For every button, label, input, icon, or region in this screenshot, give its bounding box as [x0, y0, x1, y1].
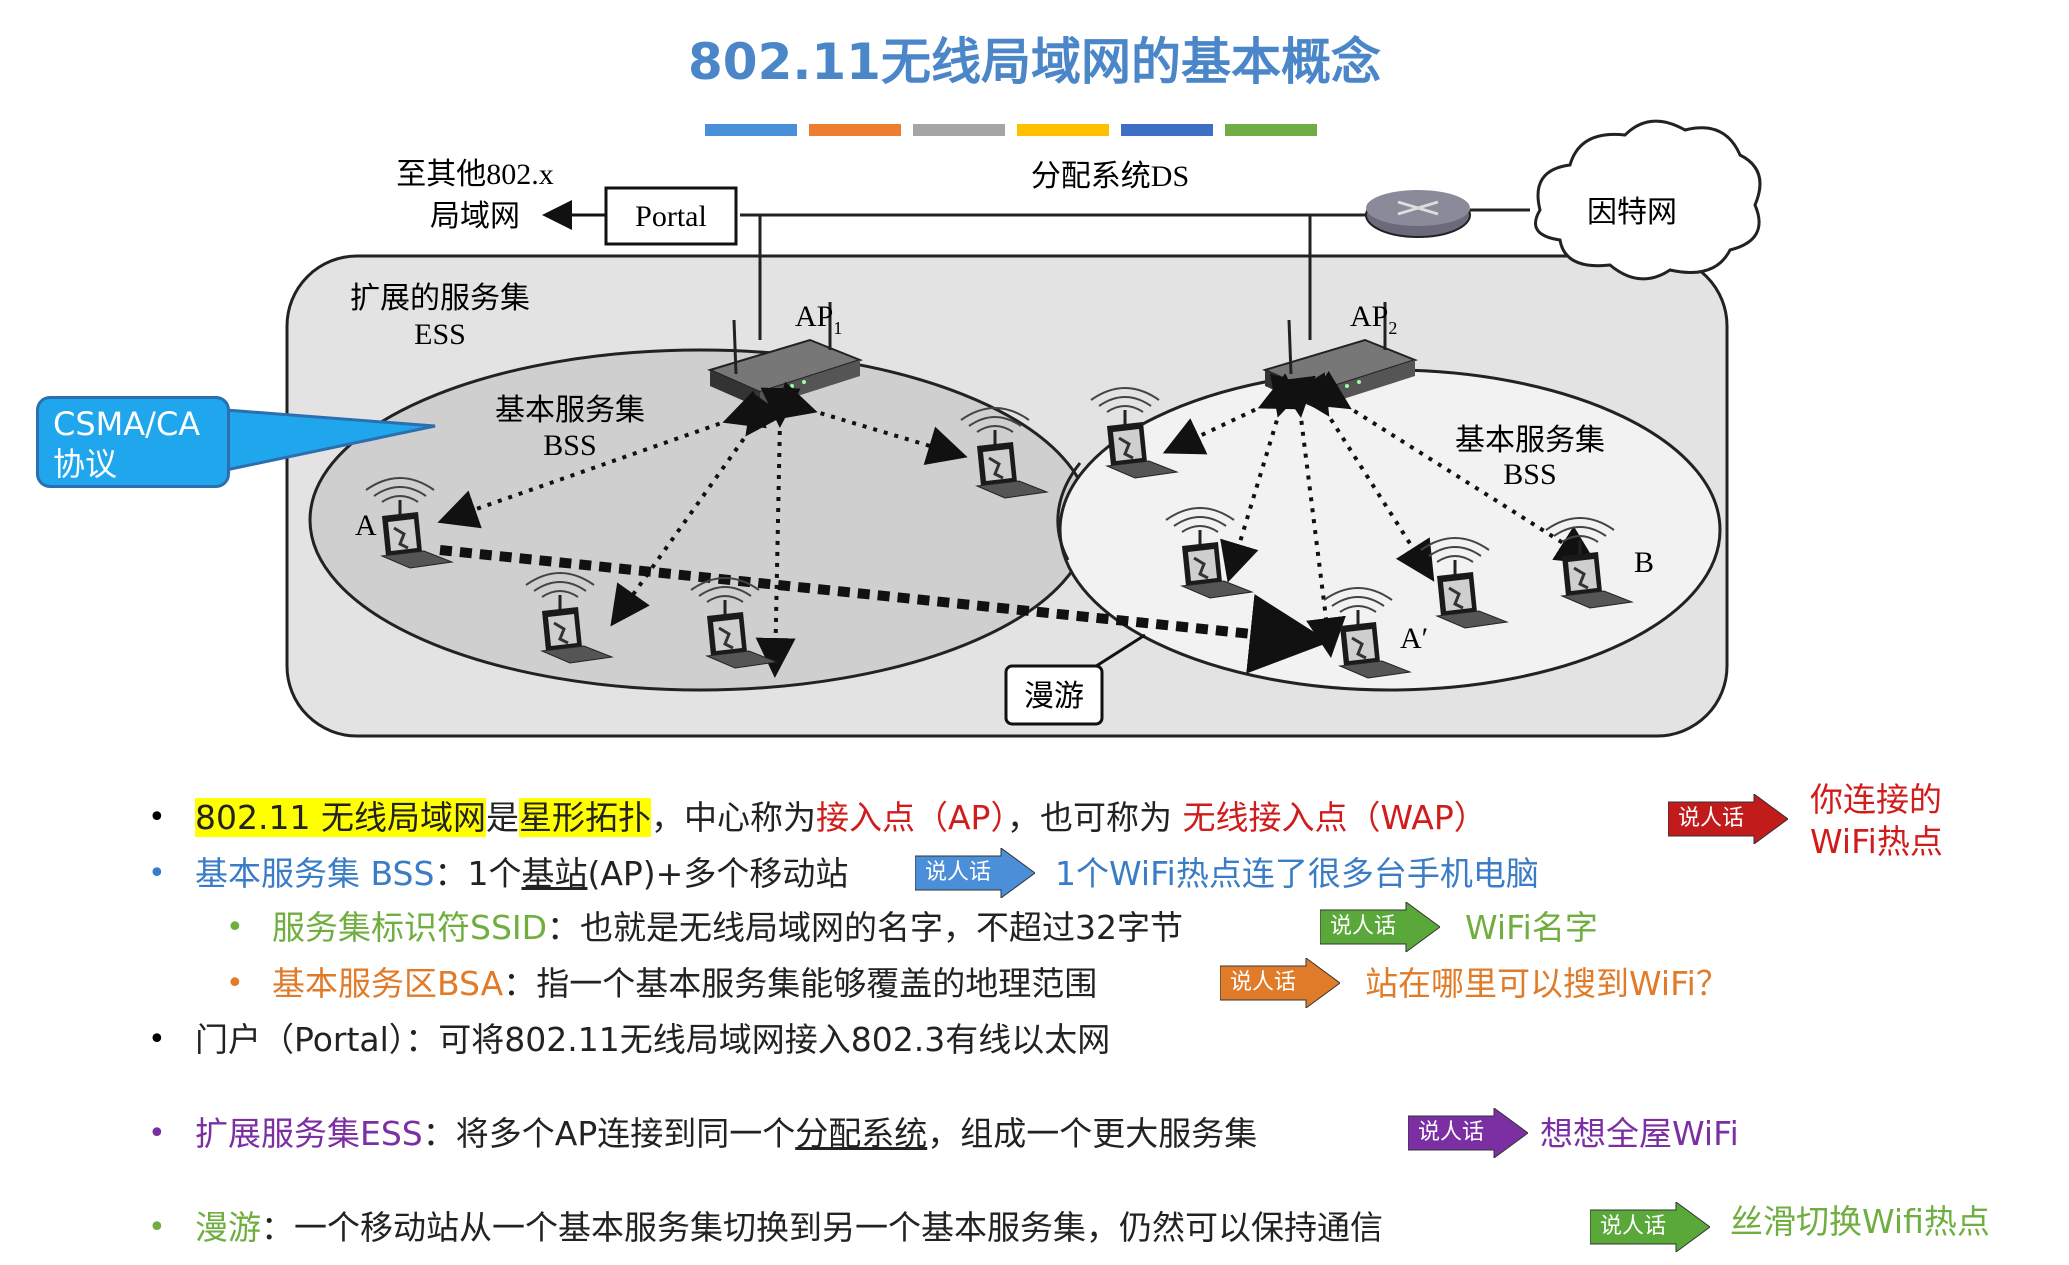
other-lan-label-1: 至其他802.x	[396, 158, 554, 191]
csma-ca-callout: CSMA/CA 协议	[36, 396, 230, 488]
plain-talk-tag: 说人话	[1408, 1108, 1528, 1158]
bullet-6-plain: 想想全屋WiFi	[1540, 1114, 1739, 1153]
station-b-label: B	[1634, 546, 1654, 579]
portal-label: Portal	[635, 200, 707, 233]
bullet-1: 802.11 无线局域网是星形拓扑，中心称为接入点（AP），也可称为 无线接入点…	[195, 798, 1487, 837]
bullet-2-plain: 1个WiFi热点连了很多台手机电脑	[1055, 854, 1539, 893]
bullet-4-plain: 站在哪里可以搜到WiFi？	[1365, 964, 1729, 1003]
station-a-prime-label: A′	[1400, 622, 1428, 655]
bullet-dot: •	[148, 1116, 166, 1151]
bullet-dot: •	[148, 800, 166, 835]
bullet-1-plain-2: WiFi热点	[1810, 822, 1943, 861]
bullet-2: 基本服务集 BSS：1个基站(AP)+多个移动站	[195, 854, 849, 893]
bss1-label-1: 基本服务集	[495, 394, 645, 427]
internet-label: 因特网	[1587, 196, 1677, 229]
ess-label-1: 扩展的服务集	[350, 282, 530, 315]
plain-talk-tag: 说人话	[1320, 902, 1440, 952]
callout-line-1: CSMA/CA	[53, 405, 201, 443]
roaming-label: 漫游	[1024, 680, 1084, 713]
bullet-7: 漫游：一个移动站从一个基本服务集切换到另一个基本服务集，仍然可以保持通信	[195, 1208, 1383, 1247]
wlan-diagram: Portal 至其他802.x 局域网 分配系统DS 因特网 扩展的服务集 ES…	[224, 119, 1762, 738]
bss2-label-2: BSS	[1503, 458, 1556, 491]
bullet-dot: •	[148, 856, 166, 891]
plain-talk-tag: 说人话	[1220, 958, 1340, 1008]
bullet-dot: •	[148, 1210, 166, 1245]
bullet-5: 门户（Portal）：可将802.11无线局域网接入802.3有线以太网	[195, 1020, 1111, 1059]
bss2-label-1: 基本服务集	[1455, 424, 1605, 457]
bullet-dot: •	[148, 1022, 166, 1057]
bullet-3-plain: WiFi名字	[1465, 908, 1598, 947]
bullet-3: 服务集标识符SSID：也就是无线局域网的名字，不超过32字节	[272, 908, 1184, 947]
bss1-label-2: BSS	[543, 429, 596, 462]
plain-talk-tag: 说人话	[1668, 794, 1788, 844]
bullet-dot: •	[226, 966, 244, 1001]
station-a-label: A	[355, 509, 377, 542]
bullet-dot: •	[226, 910, 244, 945]
callout-line-2: 协议	[53, 445, 118, 483]
plain-talk-tag: 说人话	[1590, 1202, 1710, 1252]
bullet-4: 基本服务区BSA：指一个基本服务集能够覆盖的地理范围	[272, 964, 1098, 1003]
other-lan-label-2: 局域网	[430, 200, 520, 233]
plain-talk-tag: 说人话	[915, 848, 1035, 898]
ess-label-2: ESS	[414, 318, 466, 351]
bullet-7-plain: 丝滑切换Wifi热点	[1730, 1202, 1990, 1241]
ds-label: 分配系统DS	[1031, 160, 1189, 193]
bullet-6: 扩展服务集ESS：将多个AP连接到同一个分配系统，组成一个更大服务集	[195, 1114, 1258, 1153]
bullet-1-plain-1: 你连接的	[1810, 780, 1942, 819]
